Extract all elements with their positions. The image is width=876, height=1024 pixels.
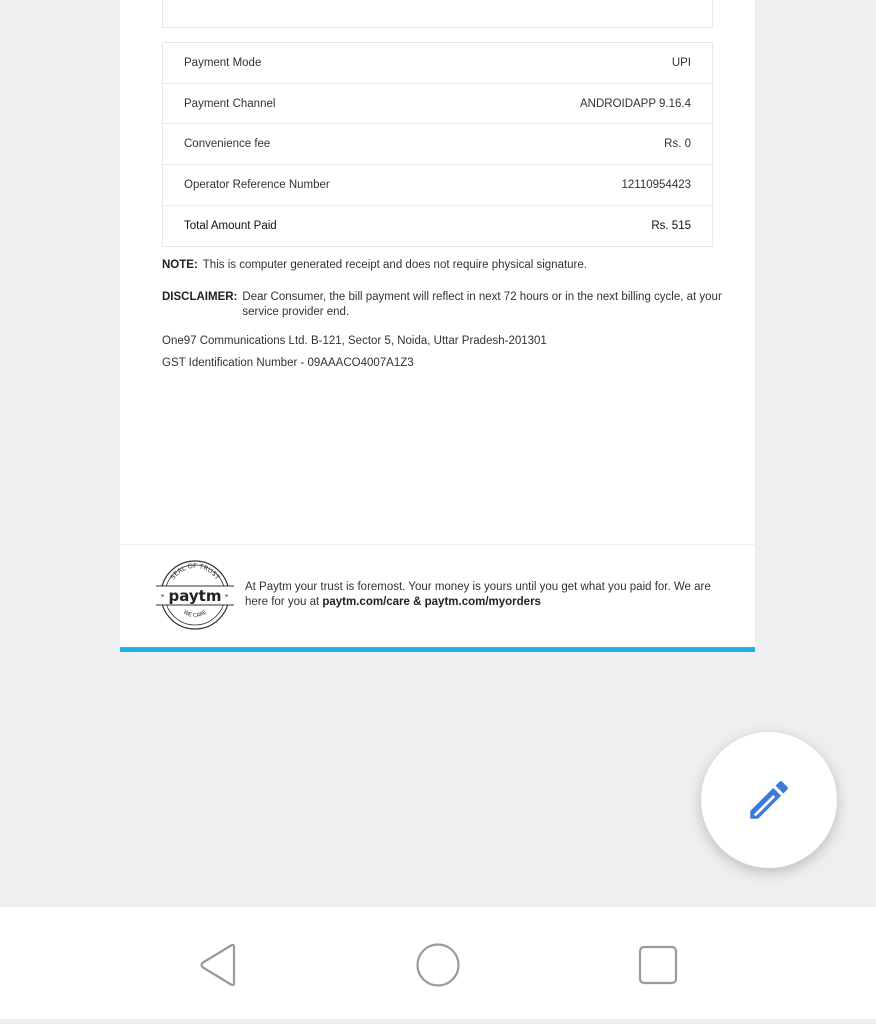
trust-message: At Paytm your trust is foremost. Your mo… xyxy=(245,580,715,610)
table-row: Payment Mode UPI xyxy=(163,43,712,84)
viewport: Payment Mode UPI Payment Channel ANDROID… xyxy=(0,0,876,907)
receipt-footer: SEAL OF TRUST paytm * * WE CARE At Paytm… xyxy=(120,544,755,647)
disclaimer: DISCLAIMER: Dear Consumer, the bill paym… xyxy=(162,290,722,320)
svg-text:WE CARE: WE CARE xyxy=(182,609,208,619)
note: NOTE: This is computer generated receipt… xyxy=(162,258,722,273)
row-value: ANDROIDAPP 9.16.4 xyxy=(579,97,691,110)
support-links[interactable]: paytm.com/care & paytm.com/myorders xyxy=(322,596,541,608)
recents-icon[interactable] xyxy=(636,943,680,987)
svg-text:*: * xyxy=(161,593,164,602)
payment-details-table: Payment Mode UPI Payment Channel ANDROID… xyxy=(162,42,713,248)
total-label: Total Amount Paid xyxy=(184,220,277,233)
table-row: Operator Reference Number 12110954423 xyxy=(163,165,712,206)
table-row: Convenience fee Rs. 0 xyxy=(163,124,712,166)
svg-text:*: * xyxy=(225,593,228,602)
note-label: NOTE: xyxy=(162,259,198,271)
receipt-notes: NOTE: This is computer generated receipt… xyxy=(162,258,722,371)
row-label: Payment Channel xyxy=(184,97,276,110)
back-icon[interactable] xyxy=(196,943,240,987)
disclaimer-text: Dear Consumer, the bill payment will ref… xyxy=(242,291,722,318)
disclaimer-label: DISCLAIMER: xyxy=(162,291,238,303)
row-label: Operator Reference Number xyxy=(184,178,330,191)
accent-bar xyxy=(120,647,755,652)
row-value: Rs. 0 xyxy=(664,138,691,151)
paytm-seal-logo: SEAL OF TRUST paytm * * WE CARE xyxy=(156,560,234,630)
edit-fab-button[interactable] xyxy=(701,732,837,868)
company-address: One97 Communications Ltd. B-121, Sector … xyxy=(162,335,547,347)
row-value: 12110954423 xyxy=(621,178,692,191)
table-row: Payment Channel ANDROIDAPP 9.16.4 xyxy=(163,84,712,125)
row-label: Convenience fee xyxy=(184,138,271,151)
svg-text:paytm: paytm xyxy=(169,587,222,605)
total-row: Total Amount Paid Rs. 515 xyxy=(163,206,712,247)
bottom-edge xyxy=(0,1019,876,1024)
svg-text:SEAL OF TRUST: SEAL OF TRUST xyxy=(169,562,222,581)
pencil-icon xyxy=(750,781,788,819)
home-icon[interactable] xyxy=(416,943,460,987)
total-value: Rs. 515 xyxy=(651,220,691,233)
gst-number: GST Identification Number - 09AAACO4007A… xyxy=(162,357,414,369)
row-value: UPI xyxy=(671,56,691,69)
receipt-top-box xyxy=(162,0,713,28)
receipt-card: Payment Mode UPI Payment Channel ANDROID… xyxy=(120,0,755,652)
system-navigation-bar xyxy=(0,907,876,1019)
row-label: Payment Mode xyxy=(184,56,262,69)
note-text: This is computer generated receipt and d… xyxy=(202,259,587,271)
